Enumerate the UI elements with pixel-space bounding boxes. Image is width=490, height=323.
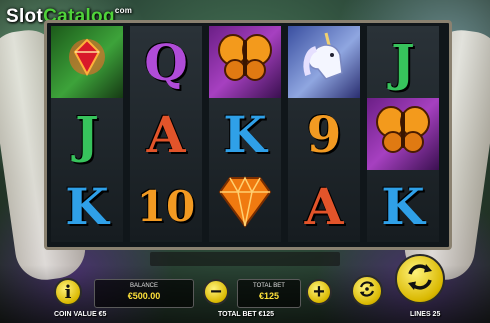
red-gem-flower-icon xyxy=(64,34,110,90)
reel-2-symbol-2: A xyxy=(146,104,186,164)
butterfly-icon xyxy=(217,32,273,92)
lines-text: LINES 25 xyxy=(410,311,441,318)
reel-3-symbol-1 xyxy=(209,26,281,98)
balance-label: BALANCE xyxy=(129,283,158,289)
reel-5-symbol-1: J xyxy=(391,32,415,92)
reel-1: J K xyxy=(51,26,123,242)
unicorn-icon xyxy=(296,29,352,95)
decrease-bet-button[interactable]: − xyxy=(203,279,229,305)
total-bet-value: €125 xyxy=(258,291,280,301)
reel-3-symbol-3 xyxy=(209,170,281,242)
reel-4-symbol-1 xyxy=(288,26,360,98)
reel-2-symbol-1: Q xyxy=(144,32,188,92)
orange-diamond-icon xyxy=(216,172,274,240)
autoplay-button[interactable] xyxy=(351,275,383,307)
balance-panel: BALANCE €500.00 xyxy=(94,279,194,308)
footer-total-bet-text: TOTAL BET €125 xyxy=(218,311,275,318)
spin-button[interactable] xyxy=(395,254,445,304)
logo-part-slot: Slot xyxy=(6,6,44,27)
logo-suffix: com xyxy=(114,6,133,15)
info-button[interactable]: i xyxy=(54,278,82,306)
reel-4-symbol-3: A xyxy=(304,176,344,236)
butterfly-icon xyxy=(375,104,431,164)
reel-board: J K Q A 10 K 9 A J K xyxy=(44,20,452,250)
reel-4-symbol-2: 9 xyxy=(306,104,342,164)
reel-1-symbol-1 xyxy=(51,26,123,98)
reel-2: Q A 10 xyxy=(130,26,202,242)
reel-2-symbol-3: 10 xyxy=(136,181,196,231)
reel-3: K xyxy=(209,26,281,242)
reel-5-symbol-3: K xyxy=(381,176,425,236)
reel-4: 9 A xyxy=(288,26,360,242)
reel-1-symbol-2: J xyxy=(75,104,99,164)
reel-5: J K xyxy=(367,26,439,242)
reel-3-symbol-2: K xyxy=(223,104,267,164)
spin-icon xyxy=(404,261,436,298)
increase-bet-button[interactable]: + xyxy=(306,279,332,305)
win-message-bar xyxy=(150,252,340,266)
total-bet-panel: TOTAL BET €125 xyxy=(237,279,301,308)
reel-5-symbol-2 xyxy=(367,98,439,170)
autoplay-icon xyxy=(357,279,377,304)
coin-value-text: COIN VALUE €5 xyxy=(54,311,107,318)
reel-1-symbol-3: K xyxy=(65,176,109,236)
balance-value: €500.00 xyxy=(127,291,161,301)
total-bet-label: TOTAL BET xyxy=(253,283,285,289)
